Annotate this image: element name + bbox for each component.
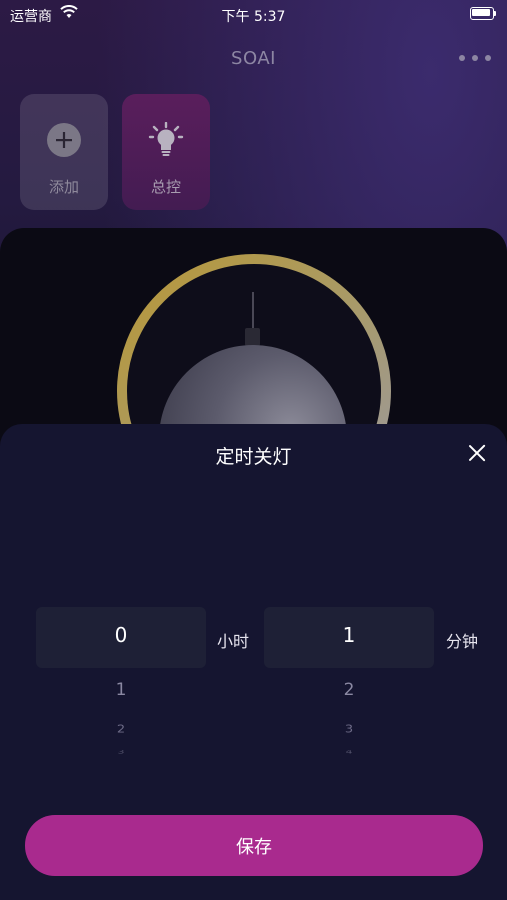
- close-icon[interactable]: [467, 443, 487, 463]
- save-button[interactable]: 保存: [25, 815, 483, 876]
- tile-label-add: 添加: [48, 178, 79, 196]
- page-title: SOAI: [231, 48, 276, 69]
- hours-selected-value: 0: [114, 623, 128, 647]
- hours-option[interactable]: 2: [101, 724, 141, 736]
- lightbulb-icon: [148, 122, 184, 156]
- hours-unit-label: 小时: [217, 632, 250, 651]
- sheet-title: 定时关灯: [215, 446, 292, 468]
- minutes-option[interactable]: 2: [329, 680, 369, 700]
- minutes-option[interactable]: 3: [329, 724, 369, 736]
- minutes-picker[interactable]: 1: [264, 607, 434, 668]
- minutes-unit-label: 分钟: [446, 632, 479, 651]
- timer-sheet: 定时关灯 0 小时 1 分钟 1 2 3 2 3 4 保存: [0, 424, 507, 900]
- status-bar: 运营商 下午 5:37: [0, 0, 507, 28]
- hours-option[interactable]: 1: [101, 680, 141, 700]
- master-control-tile[interactable]: 总控: [122, 94, 210, 210]
- minutes-option[interactable]: 4: [329, 750, 369, 754]
- tile-label-master: 总控: [150, 178, 181, 196]
- hours-option[interactable]: 3: [101, 750, 141, 754]
- hours-picker[interactable]: 0: [36, 607, 206, 668]
- battery-icon: [470, 7, 497, 20]
- minutes-selected-value: 1: [342, 623, 356, 647]
- add-device-tile[interactable]: 添加: [20, 94, 108, 210]
- more-dots-icon[interactable]: [459, 54, 491, 62]
- plus-circle-icon: [47, 123, 81, 157]
- clock: 下午 5:37: [221, 9, 286, 25]
